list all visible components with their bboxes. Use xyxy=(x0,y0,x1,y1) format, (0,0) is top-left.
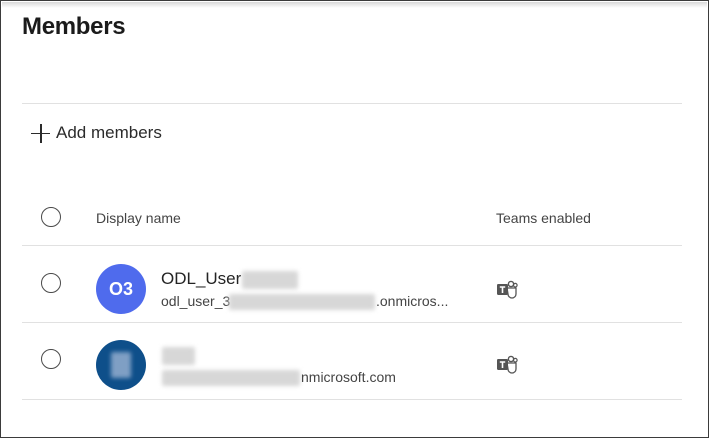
select-all-radio[interactable] xyxy=(41,207,61,227)
add-members-label: Add members xyxy=(56,123,162,142)
column-header-display-name[interactable]: Display name xyxy=(96,210,181,226)
avatar-initials: O3 xyxy=(108,278,133,299)
members-panel: Members Add members Display name Teams e… xyxy=(0,0,709,438)
row-select-radio[interactable] xyxy=(41,273,61,293)
header-row-divider xyxy=(22,245,682,246)
member-email-suffix: nmicrosoft.com xyxy=(301,369,396,385)
teams-icon xyxy=(497,355,518,374)
redacted-email-part xyxy=(162,370,300,386)
member-name[interactable]: ODL_User xyxy=(161,269,241,289)
column-header-teams-enabled[interactable]: Teams enabled xyxy=(496,210,591,226)
add-members-button[interactable]: Add members xyxy=(31,121,162,145)
top-shadow xyxy=(2,2,707,8)
teams-icon xyxy=(497,280,518,299)
row-select-radio[interactable] xyxy=(41,349,61,369)
redacted-name-part xyxy=(242,271,298,289)
redacted-avatar-initials xyxy=(111,352,131,378)
member-email-suffix: .onmicros... xyxy=(376,293,449,309)
plus-icon xyxy=(31,123,50,143)
member-email-prefix: odl_user_3 xyxy=(161,293,231,309)
header-divider xyxy=(22,103,682,104)
redacted-email-part xyxy=(229,294,375,310)
redacted-name xyxy=(162,347,195,365)
avatar: O3 xyxy=(96,264,146,314)
row-divider xyxy=(22,322,682,323)
page-title: Members xyxy=(22,13,126,40)
row-divider xyxy=(22,399,682,400)
